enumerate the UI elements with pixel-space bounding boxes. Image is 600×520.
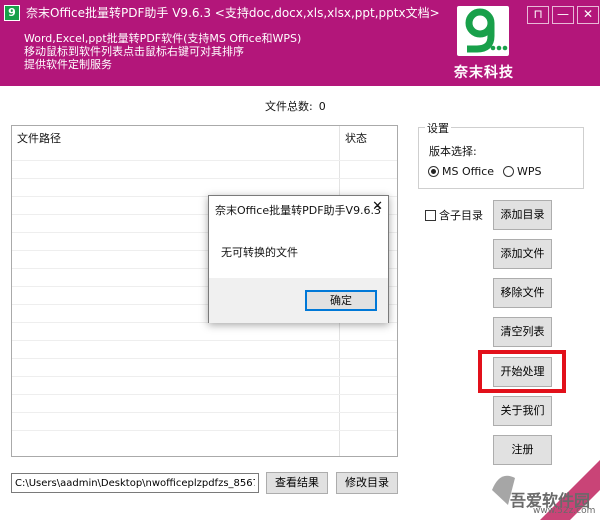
- desc-line: 提供软件定制服务: [24, 58, 112, 71]
- include-subdir-checkbox[interactable]: 含子目录: [425, 207, 483, 223]
- add-dir-button[interactable]: 添加目录: [493, 200, 552, 230]
- radio-label: MS Office: [442, 165, 495, 178]
- dialog-footer: 确定: [209, 278, 388, 323]
- register-button[interactable]: 注册: [493, 435, 552, 465]
- file-count: 文件总数: 0: [265, 98, 326, 114]
- app-header: 9 奈末Office批量转PDF助手 V9.6.3 <支持doc,docx,xl…: [0, 0, 600, 86]
- remove-file-button[interactable]: 移除文件: [493, 278, 552, 308]
- watermark-url: www.52z.com: [533, 506, 596, 516]
- row-divider: [12, 394, 397, 395]
- start-button-highlight: [478, 350, 566, 393]
- row-divider: [12, 340, 397, 341]
- column-header-path[interactable]: 文件路径: [17, 130, 61, 146]
- radio-wps[interactable]: WPS: [503, 165, 542, 178]
- column-header-status[interactable]: 状态: [345, 130, 367, 146]
- dialog-close-icon[interactable]: ✕: [372, 199, 383, 214]
- brand-logo: [457, 6, 509, 56]
- desc-line: 移动鼠标到软件列表点击鼠标右键可对其排序: [24, 45, 244, 58]
- radio-unselected-icon[interactable]: [503, 166, 514, 177]
- file-count-value: 0: [318, 100, 326, 113]
- window-title: 奈末Office批量转PDF助手 V9.6.3 <支持doc,docx,xls,…: [26, 6, 440, 20]
- message-dialog: 奈末Office批量转PDF助手V9.6.3 ✕ 无可转换的文件 确定: [208, 195, 389, 323]
- app-description: Word,Excel,ppt批量转PDF软件(支持MS Office和WPS) …: [24, 32, 301, 71]
- row-divider: [12, 412, 397, 413]
- close-button[interactable]: ✕: [577, 6, 599, 24]
- app-icon: 9: [4, 5, 20, 21]
- settings-label: 设置: [425, 120, 451, 136]
- checkbox-unchecked-icon[interactable]: [425, 209, 436, 221]
- clear-list-button[interactable]: 清空列表: [493, 317, 552, 347]
- desc-line: Word,Excel,ppt批量转PDF软件(支持MS Office和WPS): [24, 32, 302, 45]
- dialog-title: 奈末Office批量转PDF助手V9.6.3: [215, 204, 382, 217]
- row-divider: [12, 160, 397, 161]
- dialog-message: 无可转换的文件: [221, 246, 298, 259]
- radio-selected-icon[interactable]: [428, 166, 439, 177]
- pin-button[interactable]: ⊓: [527, 6, 549, 24]
- add-file-button[interactable]: 添加文件: [493, 239, 552, 269]
- row-divider: [12, 178, 397, 179]
- output-path-input[interactable]: [11, 473, 259, 493]
- nine-logo-icon: [465, 8, 508, 53]
- row-divider: [12, 376, 397, 377]
- version-label: 版本选择:: [429, 145, 477, 158]
- row-divider: [12, 430, 397, 431]
- radio-label: WPS: [517, 165, 542, 178]
- view-result-button[interactable]: 查看结果: [266, 472, 328, 494]
- minimize-button[interactable]: —: [552, 6, 574, 24]
- checkbox-label: 含子目录: [439, 209, 483, 222]
- radio-ms-office[interactable]: MS Office: [428, 165, 494, 178]
- row-divider: [12, 358, 397, 359]
- change-dir-button[interactable]: 修改目录: [336, 472, 398, 494]
- about-button[interactable]: 关于我们: [493, 396, 552, 426]
- brand-name: 奈末科技: [454, 65, 514, 81]
- file-count-label: 文件总数:: [265, 100, 313, 113]
- dialog-ok-button[interactable]: 确定: [305, 290, 377, 311]
